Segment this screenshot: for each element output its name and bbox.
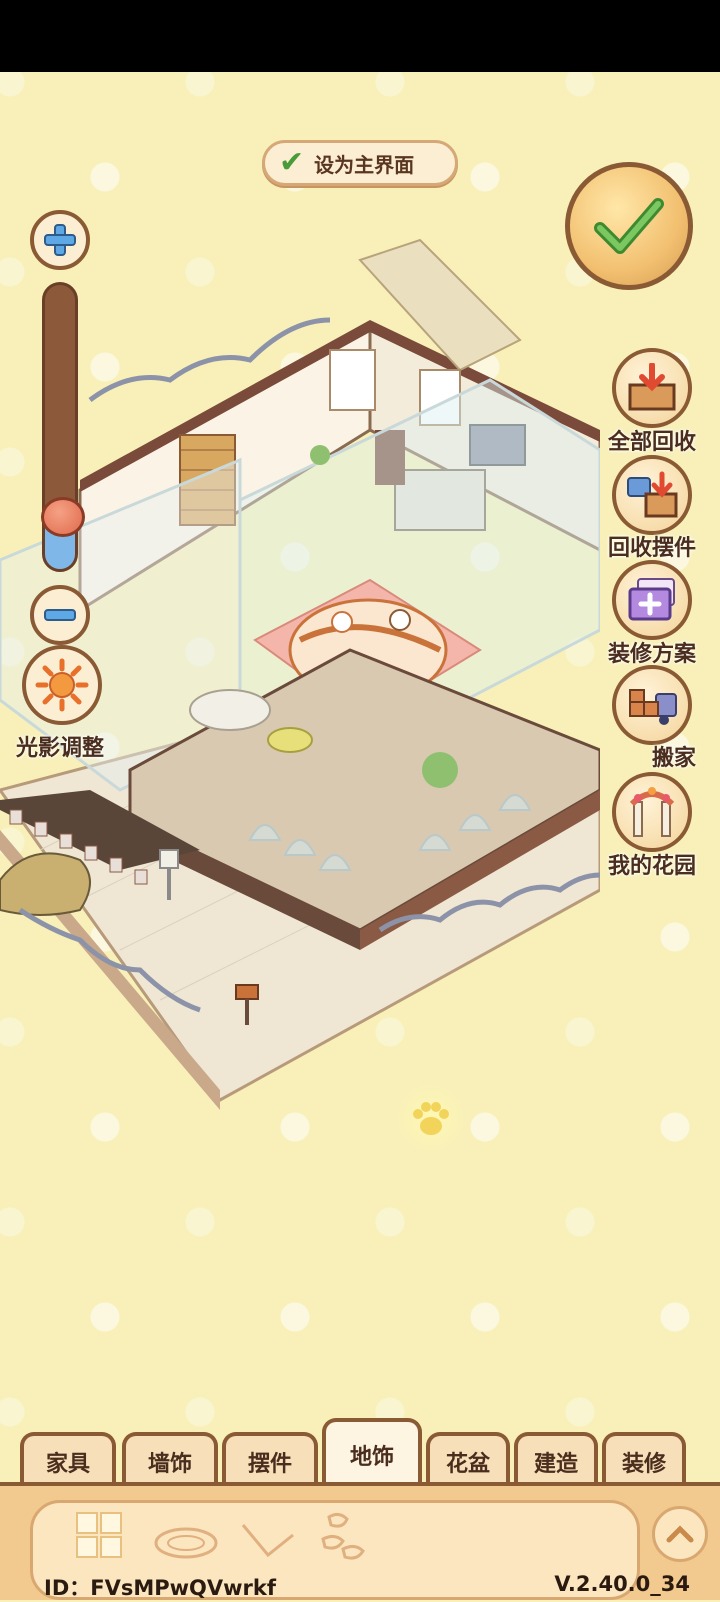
plus-icon [44,224,76,256]
garden-arch-icon [629,787,675,837]
recycle-all-button[interactable] [612,348,692,428]
status-bar [0,0,720,72]
moving-truck-icon [629,689,677,725]
tab-ornaments[interactable]: 摆件 [222,1432,318,1488]
lamp-icon[interactable] [233,1515,303,1565]
zoom-in-button[interactable] [30,210,90,270]
tab-wall-decor[interactable]: 墙饰 [122,1432,218,1488]
mailbox [235,984,259,1000]
tab-furniture[interactable]: 家具 [20,1432,116,1488]
light-adjust-button[interactable] [22,645,102,725]
decoration-plan-label: 装修方案 [607,642,696,667]
checkmark-icon [594,198,664,254]
sun-icon [35,658,89,712]
decoration-plan-button[interactable] [612,560,692,640]
recycle-ornaments-label: 回收摆件 [607,536,696,561]
move-house-label: 搬家 [651,746,696,771]
recycle-box-icon [628,363,676,411]
recycle-ornaments-button[interactable] [612,455,692,535]
my-garden-button[interactable] [612,772,692,852]
sofa [189,689,271,731]
paw-icon[interactable] [395,1082,467,1154]
confirm-button[interactable] [565,162,693,290]
grid-icon[interactable] [73,1509,127,1563]
my-garden-label: 我的花园 [607,854,696,879]
tab-build[interactable]: 建造 [514,1432,598,1488]
category-tabs: 家具 墙饰 摆件 地饰 花盆 建造 装修 [0,1418,720,1488]
recycle-all-label: 全部回收 [607,430,696,455]
stones-icon[interactable] [319,1509,369,1565]
tab-renovate[interactable]: 装修 [602,1432,686,1488]
move-house-button[interactable] [612,665,692,745]
set-as-home-label: 设为主界面 [314,152,415,177]
minus-icon [44,609,76,621]
tab-floor-decor[interactable]: 地饰 [322,1418,422,1488]
player-id: ID：FVsMPwQVwrkf [44,1576,276,1600]
set-as-home-button[interactable]: ✔ 设为主界面 [262,140,458,186]
expand-panel-button[interactable] [652,1506,708,1562]
light-adjust-label: 光影调整 [16,736,105,761]
decoration-plan-icon [628,578,675,621]
chevron-up-icon [666,1525,694,1543]
recycle-ornament-icon [627,471,678,518]
zoom-slider-thumb[interactable] [41,497,85,537]
round-rug-icon[interactable] [151,1523,221,1563]
zoom-slider[interactable] [41,282,85,572]
version-label: V.2.40.0_34 [554,1572,690,1596]
window [329,349,376,411]
plant [310,445,330,465]
plant [422,752,458,788]
zoom-out-button[interactable] [30,585,90,645]
lamp [159,849,179,869]
table [267,727,313,753]
tab-flowerpots[interactable]: 花盆 [426,1432,510,1488]
checkmark-icon: ✔ [279,145,305,180]
